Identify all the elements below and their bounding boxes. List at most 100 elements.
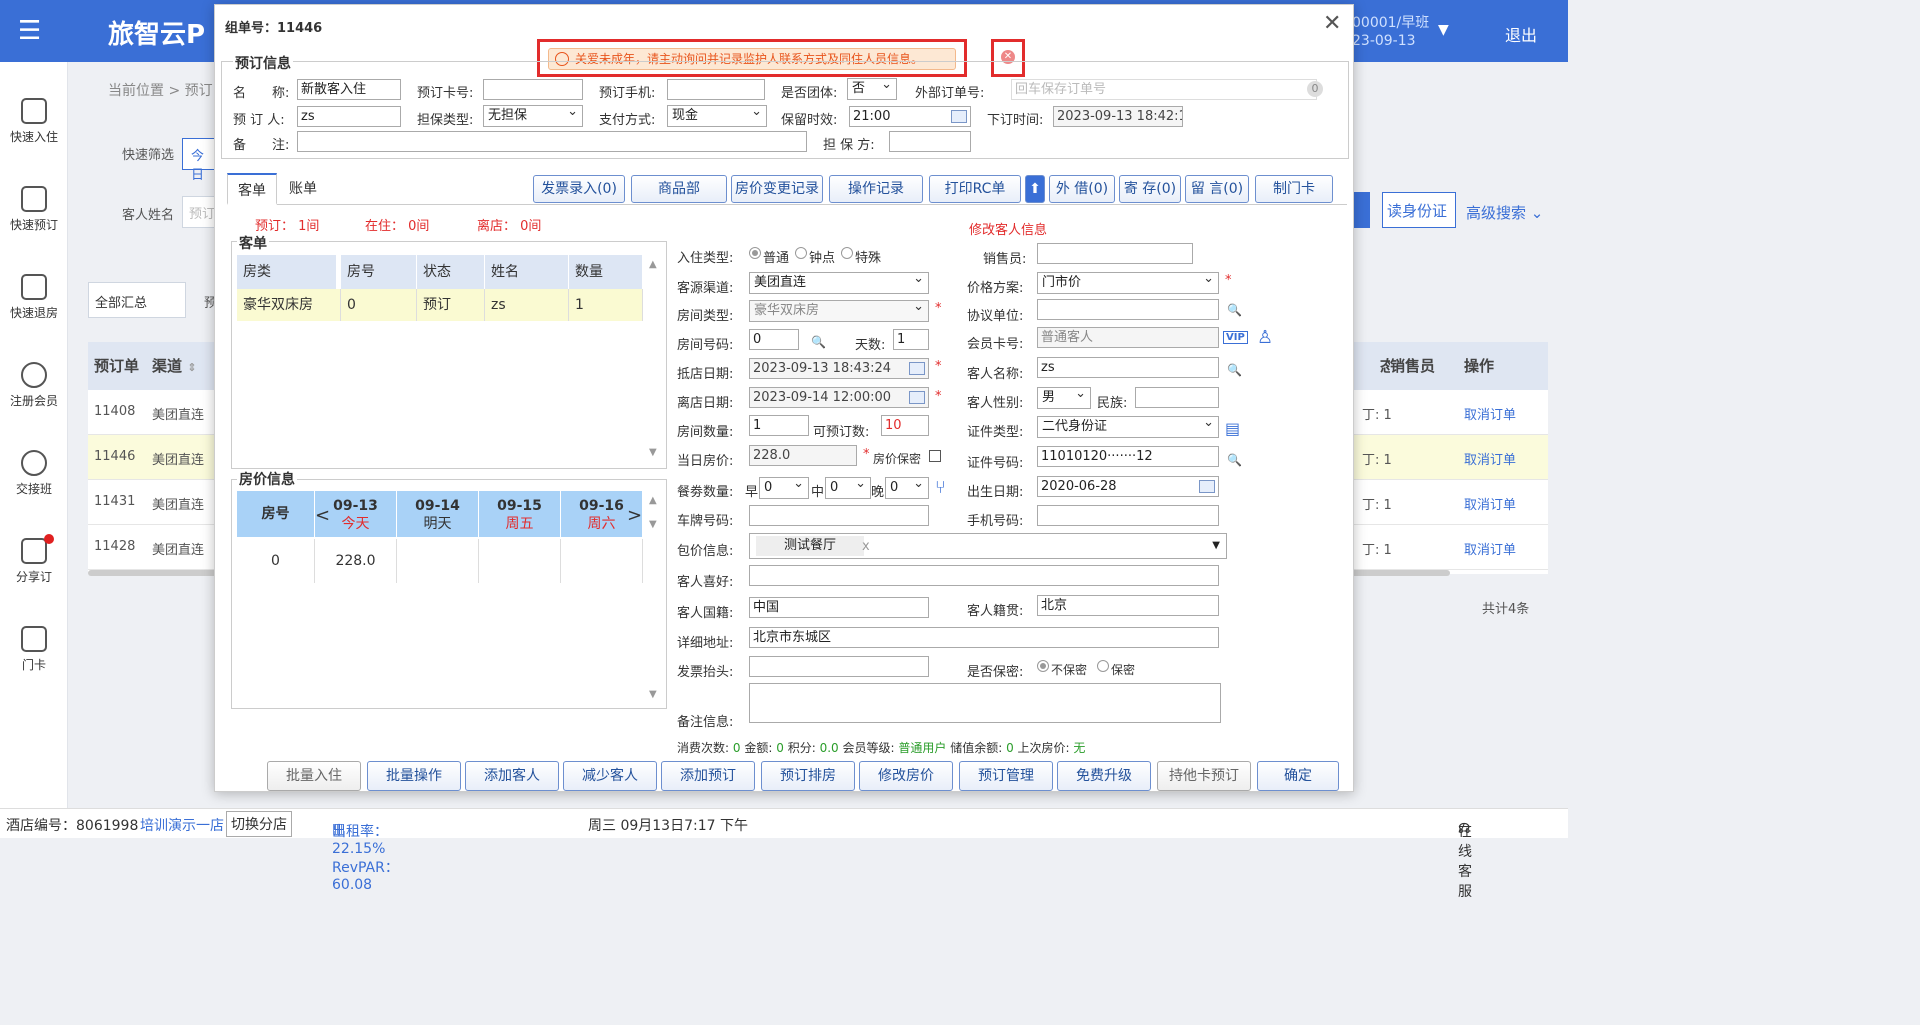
gender-select[interactable]: 男 [1037, 384, 1091, 409]
sidebar-item-quick-checkout[interactable]: 快速退房 [0, 274, 68, 321]
sidebar-item-register-member[interactable]: 注册会员 [0, 362, 68, 409]
guarantee-select[interactable]: 无担保 [483, 102, 583, 127]
sidebar-item-quick-checkin[interactable]: 快速入住 [0, 98, 68, 145]
search-icon[interactable]: 🔍 [1227, 303, 1242, 317]
group-select[interactable]: 否 [847, 75, 897, 100]
source-select[interactable]: 美团直连 [749, 269, 929, 294]
vip-icon[interactable]: VIP [1223, 331, 1248, 344]
scroll-up-icon[interactable]: ▲ [649, 495, 659, 506]
arrive-input[interactable]: 2023-09-13 18:43:24 [749, 358, 929, 379]
sidebar-item-shift[interactable]: 交接班 [0, 450, 68, 497]
breakfast-select[interactable]: 0 [759, 474, 809, 499]
depart-input[interactable]: 2023-09-14 12:00:00 [749, 387, 929, 408]
make-card-button[interactable]: 制门卡 [1255, 175, 1333, 203]
remove-tag-icon[interactable]: x [862, 537, 870, 556]
scroll-down-icon[interactable]: ▼ [649, 519, 659, 530]
add-booking-button[interactable]: 添加预订 [661, 761, 755, 791]
roomno-input[interactable]: 0 [749, 329, 799, 350]
switch-store-button[interactable]: 切换分店 [226, 811, 292, 837]
agreement-input[interactable] [1037, 299, 1219, 320]
chevron-down-icon[interactable]: ▼ [1212, 536, 1220, 555]
add-guest-button[interactable]: 添加客人 [465, 761, 559, 791]
close-icon[interactable]: ✕ [1323, 11, 1341, 36]
next-date-icon[interactable]: > [627, 505, 642, 526]
sales-input[interactable] [1037, 243, 1193, 264]
add-member-icon[interactable]: ♙ [1257, 327, 1273, 348]
scan-id-icon[interactable]: ▤ [1225, 419, 1240, 438]
plan-select[interactable]: 门市价 [1037, 269, 1219, 294]
native-input[interactable]: 北京 [1037, 595, 1219, 616]
search-icon[interactable]: 🔍 [1227, 453, 1242, 467]
calendar-icon[interactable] [951, 110, 967, 123]
radio-not-secret[interactable] [1037, 660, 1049, 672]
message-button[interactable]: 留 言(0) [1185, 175, 1249, 203]
radio-hourly[interactable] [795, 247, 807, 259]
other-card-booking-button[interactable]: 持他卡预订 [1157, 761, 1251, 791]
scroll-down-icon[interactable]: ▼ [649, 689, 659, 700]
cell-price[interactable] [479, 539, 561, 583]
idtype-select[interactable]: 二代身份证 [1037, 413, 1219, 438]
print-rc-button[interactable]: 打印RC单 [929, 175, 1021, 203]
cancel-order-link[interactable]: 取消订单 [1464, 449, 1516, 468]
note-textarea[interactable] [749, 683, 1221, 723]
plate-input[interactable] [749, 505, 929, 526]
search-icon[interactable]: 🔍 [811, 335, 826, 349]
upload-icon[interactable]: ⬆ [1025, 175, 1045, 203]
name-input[interactable]: 新散客入住 [297, 79, 401, 100]
price-secret-checkbox[interactable] [929, 450, 941, 462]
address-input[interactable]: 北京市东城区 [749, 627, 1219, 648]
cancel-order-link[interactable]: 取消订单 [1464, 539, 1516, 558]
radio-normal[interactable] [749, 247, 761, 259]
search-icon[interactable]: 🔍 [1227, 363, 1242, 377]
confirm-button[interactable]: 确定 [1257, 761, 1339, 791]
scroll-up-icon[interactable]: ▲ [649, 259, 659, 270]
booking-manage-button[interactable]: 预订管理 [959, 761, 1053, 791]
sidebar-item-door-card[interactable]: 门卡 [0, 626, 68, 673]
phone-input[interactable] [667, 79, 765, 100]
mobile-input[interactable] [1037, 505, 1219, 526]
prev-date-icon[interactable]: < [315, 505, 330, 526]
tab-bill[interactable]: 账单 [279, 173, 327, 205]
invoice-input[interactable] [749, 656, 929, 677]
sidebar-item-quick-booking[interactable]: 快速预订 [0, 186, 68, 233]
store-name[interactable]: 培训演示一店 [140, 815, 224, 835]
guarantor-input[interactable] [889, 131, 971, 152]
user-info[interactable]: 00001/早班 23-09-13 [1352, 14, 1429, 50]
price-log-button[interactable]: 房价变更记录 [731, 175, 823, 203]
member-input[interactable]: 普通客人 [1037, 327, 1219, 348]
invoice-button[interactable]: 发票录入(0) [533, 175, 625, 203]
radio-special[interactable] [841, 247, 853, 259]
assign-room-button[interactable]: 预订排房 [761, 761, 855, 791]
dinner-select[interactable]: 0 [885, 474, 929, 499]
nation-input[interactable] [1135, 387, 1219, 408]
remove-guest-button[interactable]: 减少客人 [563, 761, 657, 791]
qty-input[interactable]: 1 [749, 415, 809, 436]
batch-checkin-button[interactable]: 批量入住 [267, 761, 361, 791]
booker-input[interactable]: zs [297, 106, 401, 127]
remark-input[interactable] [297, 131, 807, 152]
card-input[interactable] [483, 79, 583, 100]
chevron-down-icon[interactable]: ▼ [1438, 22, 1449, 38]
search-button[interactable] [1352, 192, 1370, 228]
summary-select[interactable]: 全部汇总 [88, 282, 186, 318]
roomtype-select[interactable]: 豪华双床房 [749, 297, 929, 322]
menu-icon[interactable]: ☰ [18, 18, 46, 44]
days-input[interactable]: 1 [893, 329, 929, 350]
ext-order-input[interactable]: 回车保存订单号 [1011, 79, 1317, 100]
birth-input[interactable]: 2020-06-28 [1037, 476, 1219, 497]
free-upgrade-button[interactable]: 免费升级 [1057, 761, 1151, 791]
package-select[interactable]: 测试餐厅 x ▼ [749, 533, 1227, 559]
change-price-button[interactable]: 修改房价 [859, 761, 953, 791]
meal-icon[interactable]: ⑂ [935, 477, 946, 498]
cell-price[interactable]: 228.0 [315, 539, 397, 583]
read-id-button[interactable]: 读身份证 [1382, 192, 1456, 228]
cell-price[interactable] [561, 539, 643, 583]
deposit-button[interactable]: 寄 存(0) [1119, 175, 1181, 203]
cancel-order-link[interactable]: 取消订单 [1464, 404, 1516, 423]
hobby-input[interactable] [749, 565, 1219, 586]
calendar-icon[interactable] [1199, 480, 1215, 493]
price-input[interactable]: 228.0 [749, 445, 857, 466]
pay-select[interactable]: 现金 [667, 102, 767, 127]
country-input[interactable]: 中国 [749, 597, 929, 618]
logout-button[interactable]: 退出 [1505, 22, 1537, 46]
